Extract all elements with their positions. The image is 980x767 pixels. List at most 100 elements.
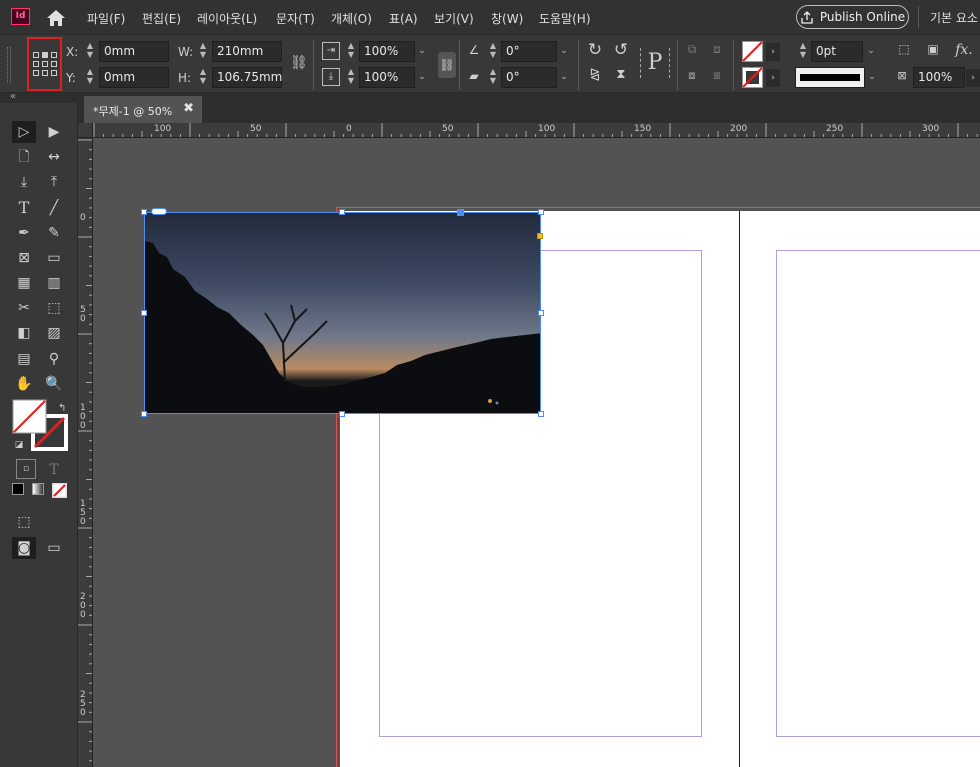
horizontal-ruler[interactable]: 100 50 0 50 100 150 200 250 300 (93, 123, 980, 138)
frame-center-handle[interactable] (457, 209, 464, 216)
constrain-scale-icon[interactable]: ⛓ (438, 52, 456, 78)
rotate-clockwise-icon[interactable]: ↻ (585, 40, 605, 60)
line-tool-icon[interactable]: ╱ (42, 197, 66, 219)
effects-label[interactable]: fx. (953, 42, 975, 58)
scale-y-field[interactable]: 100% (359, 67, 415, 88)
constrain-proportions-icon[interactable]: ⛓ (290, 55, 308, 71)
menu-type[interactable]: 문자(T) (276, 10, 315, 27)
default-fill-stroke-icon[interactable]: ◪ (12, 438, 26, 452)
resize-handle-top-center[interactable] (339, 209, 345, 215)
h-field[interactable]: 106.75mm (212, 67, 282, 88)
menu-object[interactable]: 개체(O) (331, 10, 372, 27)
menu-window[interactable]: 창(W) (491, 10, 523, 27)
rectangle-frame-tool-icon[interactable]: ⊠ (12, 247, 36, 269)
free-transform-tool-icon[interactable]: ⬚ (42, 297, 66, 319)
menu-table[interactable]: 표(A) (389, 10, 418, 27)
screen-mode-preview-icon[interactable]: ⬚ (12, 511, 36, 533)
menu-view[interactable]: 보기(V) (434, 10, 474, 27)
opacity-dropdown[interactable]: › (966, 69, 980, 87)
rectangle-tool-icon[interactable]: ▭ (42, 247, 66, 269)
stroke-type-field[interactable] (795, 67, 865, 88)
panel-grip[interactable] (7, 47, 11, 83)
select-container-icon[interactable]: ⧉ (683, 42, 701, 57)
fill-swatch[interactable] (742, 41, 763, 62)
resize-handle-top-left[interactable] (141, 209, 147, 215)
rotation-field[interactable]: 0° (501, 41, 557, 62)
y-field[interactable]: 0mm (99, 67, 169, 88)
flip-vertical-icon[interactable]: ⧗ (611, 67, 631, 82)
resize-handle-bottom-right[interactable] (538, 411, 544, 417)
shear-stepper[interactable]: ▲ ▼ (486, 67, 500, 88)
linked-content-icon[interactable] (151, 208, 167, 215)
workspace-switcher[interactable]: 기본 요소 (930, 9, 978, 26)
reference-point-selector[interactable] (27, 37, 62, 91)
gap-tool-icon[interactable]: ↔ (42, 146, 66, 168)
x-stepper[interactable]: ▲ ▼ (83, 41, 97, 62)
live-corner-handle[interactable] (537, 233, 543, 239)
gradient-swatch-tool-icon[interactable]: ◧ (12, 322, 36, 344)
pencil-tool-icon[interactable]: ✎ (42, 222, 66, 244)
selection-tool-icon[interactable]: ▷ (12, 121, 36, 143)
zoom-tool-icon[interactable]: 🔍 (42, 373, 66, 395)
rotation-stepper[interactable]: ▲ ▼ (486, 41, 500, 62)
apply-gradient-icon[interactable] (32, 483, 44, 495)
menu-help[interactable]: 도움말(H) (539, 10, 591, 27)
shear-field[interactable]: 0° (501, 67, 557, 88)
opacity-field[interactable]: 100% (913, 67, 965, 88)
formatting-affects-text-icon[interactable]: T (42, 459, 66, 481)
collapse-panels-icon[interactable]: « (10, 91, 16, 102)
page-tool-icon[interactable]: 🗋 (12, 146, 36, 168)
screen-mode-icon[interactable]: ▭ (42, 537, 66, 559)
stroke-weight-stepper[interactable]: ▲ ▼ (796, 41, 810, 62)
stroke-weight-dropdown[interactable]: ⌄ (864, 41, 878, 62)
stroke-swatch[interactable] (742, 67, 763, 88)
select-next-icon[interactable]: ⧆ (708, 68, 726, 83)
horizontal-grid-tool-icon[interactable]: ▦ (12, 272, 36, 294)
drop-shadow-icon[interactable]: ▣ (925, 42, 941, 56)
resize-handle-top-right[interactable] (538, 209, 544, 215)
select-content-icon[interactable]: ⧇ (683, 68, 701, 83)
gradient-feather-tool-icon[interactable]: ▨ (42, 322, 66, 344)
scissors-tool-icon[interactable]: ✂ (12, 297, 36, 319)
stroke-weight-field[interactable]: 0pt (811, 41, 863, 62)
type-tool-icon[interactable]: T (12, 197, 36, 219)
direct-selection-tool-icon[interactable]: ▶ (42, 121, 66, 143)
vertical-grid-tool-icon[interactable]: ▥ (42, 272, 66, 294)
resize-handle-middle-left[interactable] (141, 310, 147, 316)
document-canvas[interactable] (93, 139, 980, 767)
h-stepper[interactable]: ▲ ▼ (196, 67, 210, 88)
document-tab[interactable]: *무제-1 @ 50% ✖ (84, 96, 202, 123)
normal-view-icon[interactable]: ◙ (12, 537, 36, 559)
vertical-ruler[interactable]: 0 50 100 150 200 250 (78, 138, 93, 767)
select-previous-icon[interactable]: ⧈ (708, 42, 726, 57)
menu-edit[interactable]: 편집(E) (142, 10, 181, 27)
scale-x-stepper[interactable]: ▲ ▼ (344, 41, 358, 62)
y-stepper[interactable]: ▲ ▼ (83, 67, 97, 88)
content-collector-icon[interactable]: ⤓ (12, 171, 36, 193)
rotation-dropdown[interactable]: ⌄ (557, 41, 571, 62)
formatting-affects-container-icon[interactable]: ▫ (16, 459, 36, 479)
note-tool-icon[interactable]: ▤ (12, 348, 36, 370)
apply-color-icon[interactable] (12, 483, 24, 495)
resize-handle-middle-right[interactable] (538, 310, 544, 316)
eyedropper-tool-icon[interactable]: ⚲ (42, 348, 66, 370)
w-stepper[interactable]: ▲ ▼ (196, 41, 210, 62)
text-wrap-glyph[interactable]: P (640, 48, 670, 78)
close-tab-icon[interactable]: ✖ (183, 101, 194, 116)
fill-dropdown[interactable]: › (766, 43, 780, 61)
x-field[interactable]: 0mm (99, 41, 169, 62)
resize-handle-bottom-center[interactable] (339, 411, 345, 417)
shadow-toggle-icon[interactable]: ⬚ (896, 42, 912, 56)
menu-file[interactable]: 파일(F) (87, 10, 125, 27)
content-placer-icon[interactable]: ⤒ (42, 171, 66, 193)
ruler-origin[interactable] (78, 123, 93, 138)
publish-online-button[interactable]: Publish Online (796, 5, 909, 29)
flip-horizontal-icon[interactable]: ⧎ (585, 67, 605, 82)
scale-x-dropdown[interactable]: ⌄ (415, 41, 429, 62)
stroke-dropdown[interactable]: › (766, 69, 780, 87)
rotate-counterclockwise-icon[interactable]: ↺ (611, 40, 631, 60)
scale-x-field[interactable]: 100% (359, 41, 415, 62)
menu-layout[interactable]: 레이아웃(L) (197, 10, 257, 27)
hand-tool-icon[interactable]: ✋ (12, 373, 36, 395)
pen-tool-icon[interactable]: ✒ (12, 222, 36, 244)
